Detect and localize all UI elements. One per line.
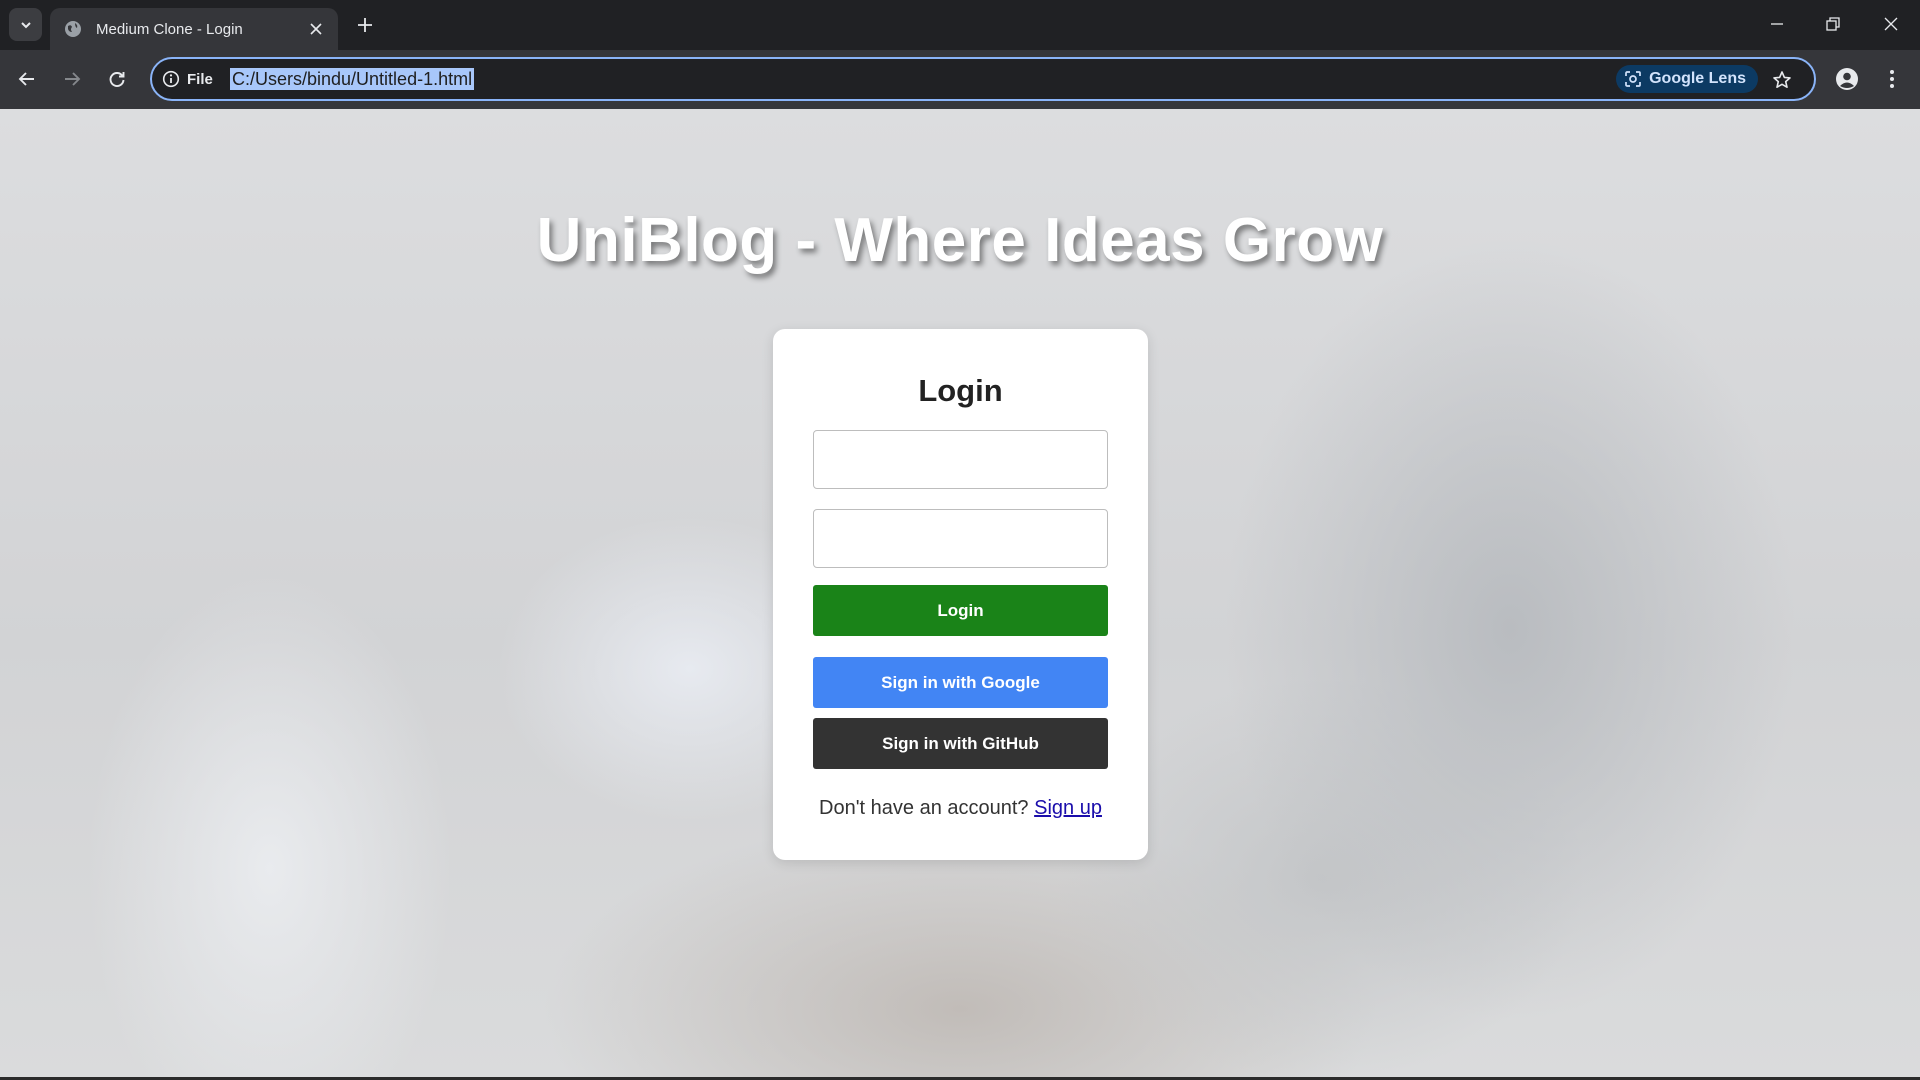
restore-icon: [1826, 17, 1840, 31]
login-card-title: Login: [918, 373, 1003, 408]
reload-button[interactable]: [101, 63, 133, 95]
minimize-icon: [1771, 23, 1783, 25]
back-button[interactable]: [11, 63, 43, 95]
minimize-button[interactable]: [1757, 8, 1797, 40]
arrow-right-icon: [65, 72, 81, 86]
url-text[interactable]: C:/Users/bindu/Untitled-1.html: [230, 68, 475, 90]
globe-icon: [64, 20, 82, 38]
google-lens-label: Google Lens: [1649, 70, 1746, 87]
profile-button[interactable]: [1831, 63, 1863, 95]
login-card: Login Login Sign in with Google Sign in …: [773, 329, 1148, 860]
lens-icon: [1625, 71, 1641, 87]
arrow-left-icon: [18, 72, 34, 86]
info-icon: [162, 70, 180, 88]
signup-link[interactable]: Sign up: [1034, 797, 1102, 819]
site-chip-label: File: [187, 70, 213, 88]
signup-prompt: Don't have an account?: [819, 797, 1029, 819]
login-button[interactable]: Login: [813, 585, 1108, 636]
kebab-menu-icon: [1890, 70, 1894, 88]
avatar-icon: [1836, 68, 1858, 90]
google-signin-button[interactable]: Sign in with Google: [813, 657, 1108, 708]
chevron-down-icon: [20, 21, 31, 28]
forward-button[interactable]: [56, 63, 88, 95]
tab-title: Medium Clone - Login: [96, 20, 243, 38]
tab-search-button[interactable]: [9, 8, 42, 41]
signup-row: Don't have an account? Sign up: [773, 797, 1148, 820]
github-signin-button[interactable]: Sign in with GitHub: [813, 718, 1108, 769]
address-bar[interactable]: File C:/Users/bindu/Untitled-1.html Goog…: [150, 57, 1816, 101]
reload-icon: [109, 72, 125, 87]
hero-title: UniBlog - Where Ideas Grow: [536, 206, 1384, 275]
tab-strip: Medium Clone - Login: [0, 0, 1920, 50]
username-input[interactable]: [813, 430, 1108, 489]
plus-icon: [358, 18, 372, 32]
restore-button[interactable]: [1813, 8, 1853, 40]
browser-menu-button[interactable]: [1878, 63, 1906, 95]
star-icon: [1773, 71, 1791, 88]
new-tab-button[interactable]: [352, 12, 378, 38]
tab-close-button[interactable]: [306, 19, 326, 39]
google-lens-button[interactable]: Google Lens: [1616, 65, 1758, 93]
bookmark-button[interactable]: [1768, 66, 1796, 94]
close-window-button[interactable]: [1871, 8, 1911, 40]
close-icon: [310, 23, 322, 35]
site-info-chip[interactable]: File: [162, 67, 213, 91]
page-viewport: UniBlog - Where Ideas Grow Login Login S…: [0, 109, 1920, 1080]
password-input[interactable]: [813, 509, 1108, 568]
active-tab[interactable]: Medium Clone - Login: [50, 8, 338, 50]
browser-toolbar: File C:/Users/bindu/Untitled-1.html Goog…: [0, 50, 1920, 109]
close-icon: [1884, 17, 1898, 31]
